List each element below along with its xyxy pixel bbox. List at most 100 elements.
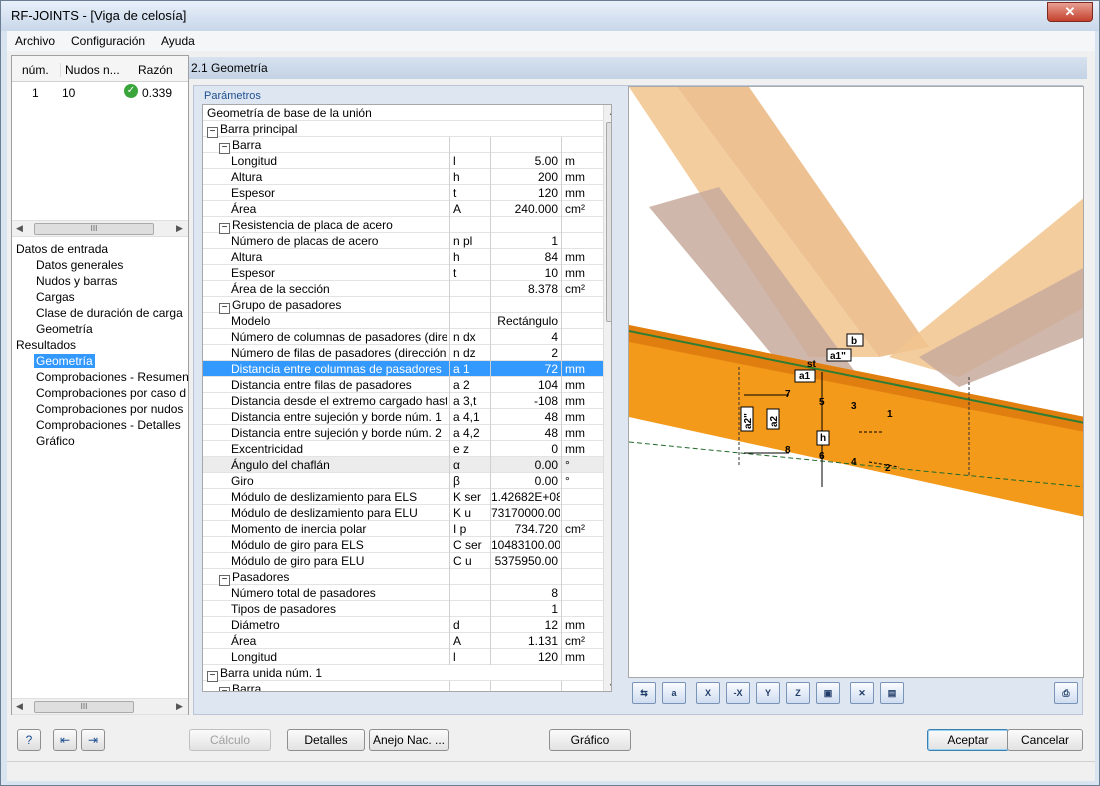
menu-ayuda[interactable]: Ayuda bbox=[161, 34, 195, 48]
nav-geometria-input[interactable]: Geometría bbox=[36, 322, 93, 336]
param-value[interactable]: 48 bbox=[490, 409, 560, 425]
param-value[interactable]: 10483100.00 bbox=[490, 537, 560, 553]
param-row[interactable]: Excentricidad e z 0 mm bbox=[203, 441, 603, 457]
param-value[interactable]: 2 bbox=[490, 345, 560, 361]
param-value[interactable] bbox=[490, 217, 560, 233]
param-value[interactable]: 1 bbox=[490, 233, 560, 249]
scroll-right-icon[interactable]: ▶ bbox=[176, 223, 183, 234]
param-row[interactable]: − Pasadores bbox=[203, 569, 603, 586]
param-row[interactable]: − Resistencia de placa de acero bbox=[203, 217, 603, 234]
param-row[interactable]: Espesor t 120 mm bbox=[203, 185, 603, 201]
param-row[interactable]: Número de placas de acero n pl 1 bbox=[203, 233, 603, 249]
menu-archivo[interactable]: Archivo bbox=[15, 34, 55, 48]
param-row[interactable]: − Barra unida núm. 1 bbox=[203, 665, 603, 682]
param-value[interactable]: 5.00 bbox=[490, 153, 560, 169]
scroll-up-icon[interactable]: ▲ bbox=[608, 107, 611, 117]
param-value[interactable]: Rectángulo bbox=[490, 313, 560, 329]
param-row[interactable]: Área A 1.131 cm² bbox=[203, 633, 603, 649]
scroll-left-icon[interactable]: ◀ bbox=[16, 701, 23, 712]
param-row[interactable]: − Barra bbox=[203, 137, 603, 154]
cases-hscrollbar[interactable]: ◀ III ▶ bbox=[12, 220, 188, 237]
view-member-a-icon[interactable]: a bbox=[662, 682, 686, 704]
view-minus-x-icon[interactable]: -X bbox=[726, 682, 750, 704]
collapse-icon[interactable]: − bbox=[219, 303, 230, 314]
param-value[interactable]: 5375950.00 bbox=[490, 553, 560, 569]
param-value[interactable]: 120 bbox=[490, 185, 560, 201]
param-value[interactable] bbox=[490, 569, 560, 585]
param-value[interactable]: 1 bbox=[490, 601, 560, 617]
param-value[interactable]: 1.131 bbox=[490, 633, 560, 649]
param-value[interactable]: 72 bbox=[490, 361, 560, 377]
annex-button[interactable]: Anejo Nac. ... bbox=[369, 729, 449, 751]
param-row[interactable]: Ángulo del chaflán α 0.00 ° bbox=[203, 457, 603, 473]
param-row[interactable]: Distancia entre sujeción y borde núm. 1 a… bbox=[203, 409, 603, 425]
nav-comprobaciones-detalles[interactable]: Comprobaciones - Detalles bbox=[36, 418, 181, 432]
param-row[interactable]: − Grupo de pasadores bbox=[203, 297, 603, 314]
param-value[interactable]: 734.720 bbox=[490, 521, 560, 537]
nav-grafico[interactable]: Gráfico bbox=[36, 434, 75, 448]
param-value[interactable]: 1.42682E+08 bbox=[490, 489, 560, 505]
param-row[interactable]: Distancia entre sujeción y borde núm. 2 a… bbox=[203, 425, 603, 441]
scroll-right-icon[interactable]: ▶ bbox=[176, 701, 183, 712]
param-value[interactable]: 0.00 bbox=[490, 457, 560, 473]
param-row[interactable]: Geometría de base de la unión bbox=[203, 105, 603, 121]
col-num-header[interactable]: núm. bbox=[22, 63, 49, 77]
param-row[interactable]: Módulo de giro para ELU C u 5375950.00 bbox=[203, 553, 603, 569]
param-row[interactable]: − Barra principal bbox=[203, 121, 603, 138]
param-value[interactable] bbox=[490, 681, 560, 691]
param-value[interactable]: 200 bbox=[490, 169, 560, 185]
param-row[interactable]: Número de columnas de pasadores (direcc n… bbox=[203, 329, 603, 345]
scroll-thumb[interactable]: III bbox=[34, 223, 154, 235]
collapse-icon[interactable]: − bbox=[219, 687, 230, 691]
nav-datos-generales[interactable]: Datos generales bbox=[36, 258, 123, 272]
grid-vscrollbar[interactable]: ▲ ▼ bbox=[603, 105, 611, 691]
param-value[interactable]: 4 bbox=[490, 329, 560, 345]
cancel-button[interactable]: Cancelar bbox=[1007, 729, 1083, 751]
param-value[interactable]: 10 bbox=[490, 265, 560, 281]
scroll-down-icon[interactable]: ▼ bbox=[608, 681, 611, 691]
scroll-thumb[interactable]: III bbox=[34, 701, 134, 713]
param-row[interactable]: Módulo de deslizamiento para ELS K ser 1.4… bbox=[203, 489, 603, 505]
nav-input-title[interactable]: Datos de entrada bbox=[16, 242, 108, 256]
view-x-icon[interactable]: X bbox=[696, 682, 720, 704]
param-row[interactable]: Área de la sección 8.378 cm² bbox=[203, 281, 603, 297]
col-ratio-header[interactable]: Razón bbox=[138, 63, 173, 77]
nav-cargas[interactable]: Cargas bbox=[36, 290, 75, 304]
graphic-button[interactable]: Gráfico bbox=[549, 729, 631, 751]
ok-button[interactable]: Aceptar bbox=[927, 729, 1009, 751]
param-value[interactable]: 84 bbox=[490, 249, 560, 265]
scroll-left-icon[interactable]: ◀ bbox=[16, 223, 23, 234]
nav-hscrollbar[interactable]: ◀ III ▶ bbox=[12, 698, 188, 715]
view-y-icon[interactable]: Y bbox=[756, 682, 780, 704]
render-off-icon[interactable]: ✕ bbox=[850, 682, 874, 704]
param-row[interactable]: Espesor t 10 mm bbox=[203, 265, 603, 281]
param-row[interactable]: Diámetro d 12 mm bbox=[203, 617, 603, 633]
param-value[interactable]: 0.00 bbox=[490, 473, 560, 489]
nav-comprobaciones-caso[interactable]: Comprobaciones por caso de ca bbox=[36, 386, 186, 400]
param-value[interactable]: 104 bbox=[490, 377, 560, 393]
param-row[interactable]: Área A 240.000 cm² bbox=[203, 201, 603, 217]
collapse-icon[interactable]: − bbox=[207, 671, 218, 682]
param-row[interactable]: Módulo de giro para ELS C ser 10483100.00 bbox=[203, 537, 603, 553]
param-row[interactable]: Momento de inercia polar I p 734.720 cm² bbox=[203, 521, 603, 537]
param-value[interactable]: 8.378 bbox=[490, 281, 560, 297]
param-value[interactable]: 48 bbox=[490, 425, 560, 441]
param-row[interactable]: Número total de pasadores 8 bbox=[203, 585, 603, 601]
param-row[interactable]: − Barra bbox=[203, 681, 603, 691]
param-value[interactable]: 73170000.00 bbox=[490, 505, 560, 521]
param-value[interactable]: 12 bbox=[490, 617, 560, 633]
print-icon[interactable]: ⎙ bbox=[1054, 682, 1078, 704]
param-row[interactable]: Modelo Rectángulo bbox=[203, 313, 603, 329]
param-row[interactable]: Distancia entre columnas de pasadores a 1… bbox=[203, 361, 603, 377]
grid-scroll-thumb[interactable] bbox=[606, 122, 611, 322]
render-on-icon[interactable]: ▤ bbox=[880, 682, 904, 704]
param-value[interactable]: 240.000 bbox=[490, 201, 560, 217]
nav-nudos-barras[interactable]: Nudos y barras bbox=[36, 274, 117, 288]
details-button[interactable]: Detalles bbox=[287, 729, 365, 751]
param-value[interactable]: 0 bbox=[490, 441, 560, 457]
help-icon[interactable]: ? bbox=[17, 729, 41, 751]
param-row[interactable]: Distancia entre filas de pasadores a 2 104… bbox=[203, 377, 603, 393]
close-button[interactable]: ✕ bbox=[1047, 2, 1093, 22]
collapse-icon[interactable]: − bbox=[219, 143, 230, 154]
param-value[interactable]: 8 bbox=[490, 585, 560, 601]
